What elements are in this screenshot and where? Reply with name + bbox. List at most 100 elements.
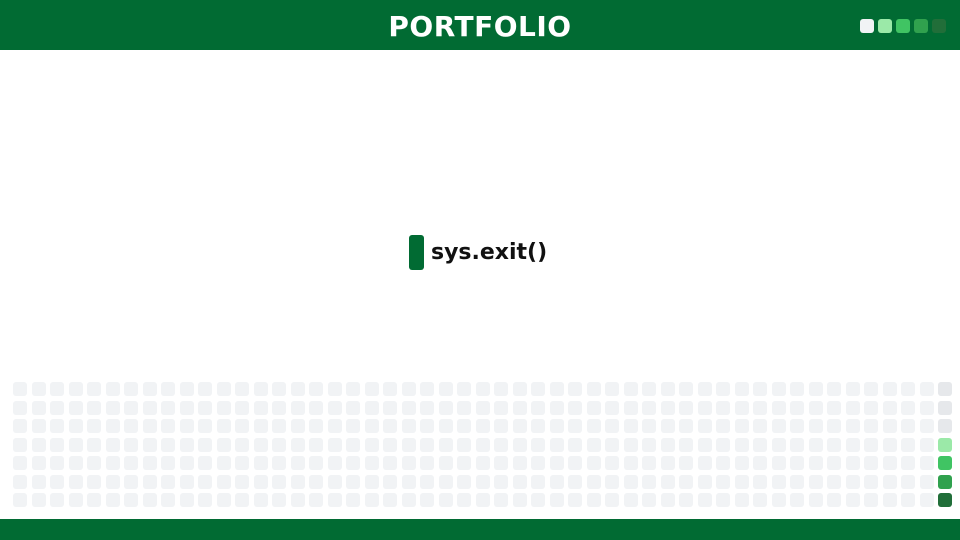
grid-cell [475, 419, 490, 433]
grid-cell [327, 493, 342, 507]
grid-cell [642, 493, 656, 507]
grid-cell [734, 400, 749, 415]
grid-cell [309, 419, 323, 433]
grid-cell [87, 400, 101, 415]
grid-cell [531, 437, 545, 452]
grid-cell [383, 419, 397, 433]
grid-cell [87, 474, 101, 489]
grid-cell [753, 437, 767, 452]
grid-cell [679, 400, 693, 415]
top-bar: PORTFOLIO [0, 0, 960, 50]
grid-cell [198, 419, 212, 433]
grid-cell [771, 437, 786, 452]
grid-cell [142, 456, 157, 470]
grid-cell [50, 474, 64, 489]
grid-cell [457, 474, 471, 489]
grid-cell [808, 493, 823, 507]
grid-cell [13, 382, 27, 396]
grid-cell [142, 474, 157, 489]
grid-cell [734, 437, 749, 452]
grid-cell [716, 400, 730, 415]
grid-cell [901, 474, 915, 489]
grid-cell [623, 437, 638, 452]
grid-cell [901, 437, 915, 452]
grid-cell [438, 400, 453, 415]
grid-cell [549, 493, 564, 507]
grid-cell [290, 493, 305, 507]
grid-cell [808, 456, 823, 470]
grid-cell [346, 400, 360, 415]
grid-cell [401, 456, 416, 470]
grid-cell [586, 456, 601, 470]
grid-cell [290, 474, 305, 489]
legend-swatch-level-3 [914, 19, 928, 33]
grid-cell [327, 437, 342, 452]
grid-cell [253, 400, 268, 415]
grid-cell [235, 437, 249, 452]
grid-cell [198, 456, 212, 470]
grid-cell [864, 437, 878, 452]
grid-cell [882, 419, 897, 433]
grid-cell [401, 400, 416, 415]
grid-cell [68, 400, 83, 415]
grid-cell [31, 419, 46, 433]
grid-cell [882, 493, 897, 507]
grid-cell [235, 456, 249, 470]
grid-cell [383, 456, 397, 470]
grid-cell [420, 382, 434, 396]
grid-cell [679, 493, 693, 507]
grid-cell [901, 400, 915, 415]
grid-cell [309, 382, 323, 396]
grid-cell [771, 400, 786, 415]
grid-cell [864, 400, 878, 415]
grid-cell [475, 437, 490, 452]
grid-cell [216, 382, 231, 396]
grid-cell [919, 474, 934, 489]
grid-cell [216, 456, 231, 470]
grid-cell [290, 437, 305, 452]
grid-cell [105, 493, 120, 507]
grid-cell [919, 493, 934, 507]
grid-cell [401, 493, 416, 507]
legend-swatch-level-1 [878, 19, 892, 33]
grid-cell [13, 437, 27, 452]
grid-cell [623, 382, 638, 396]
grid-cell [623, 456, 638, 470]
grid-cell [253, 437, 268, 452]
grid-cell [290, 400, 305, 415]
grid-cell [679, 419, 693, 433]
grid-cell [216, 493, 231, 507]
grid-cell [31, 400, 46, 415]
grid-cell [438, 493, 453, 507]
grid-cell [790, 400, 804, 415]
grid-cell [660, 437, 675, 452]
grid-cell [605, 437, 619, 452]
grid-cell [87, 437, 101, 452]
grid-cell [346, 382, 360, 396]
grid-cell [827, 474, 841, 489]
grid-cell [771, 493, 786, 507]
grid-cell [457, 382, 471, 396]
grid-cell [327, 400, 342, 415]
grid-cell [87, 382, 101, 396]
grid-cell [753, 400, 767, 415]
grid-cell [512, 419, 527, 433]
grid-cell [808, 437, 823, 452]
grid-cell [420, 474, 434, 489]
grid-cell [697, 400, 712, 415]
grid-cell [475, 382, 490, 396]
grid-cell [401, 382, 416, 396]
grid-cell [161, 456, 175, 470]
grid-cell [679, 474, 693, 489]
grid-cell [864, 419, 878, 433]
grid-cell [864, 382, 878, 396]
grid-cell [68, 456, 83, 470]
grid-cell [531, 474, 545, 489]
grid-cell [105, 400, 120, 415]
grid-cell [420, 400, 434, 415]
grid-cell [364, 419, 379, 433]
grid-cell [235, 419, 249, 433]
grid-cell [827, 493, 841, 507]
grid-cell [475, 493, 490, 507]
grid-cell [420, 437, 434, 452]
